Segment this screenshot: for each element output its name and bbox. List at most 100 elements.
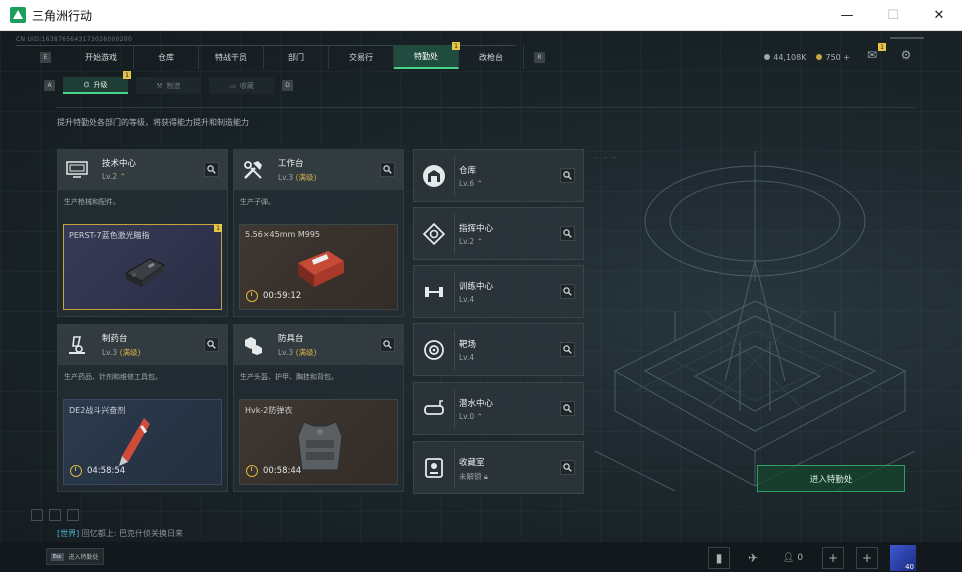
tab-start-game[interactable]: 开始游戏 [69, 45, 134, 69]
production-slot[interactable]: DE2战斗兴奋剂 04:58:54 [63, 399, 222, 485]
search-icon[interactable] [380, 162, 395, 177]
level-value: Lv.3 [278, 173, 294, 182]
search-icon[interactable] [560, 168, 575, 183]
microscope-icon [65, 333, 89, 357]
facility-title: 收藏室 [459, 458, 485, 468]
subtab-collection[interactable]: ▭ 收藏 [209, 77, 274, 94]
search-icon[interactable] [204, 162, 219, 177]
game-viewport: — — — CN UID:1638765643173026000200 E 开始… [0, 31, 962, 572]
search-icon[interactable] [380, 337, 395, 352]
divider [454, 448, 455, 488]
stats-chart-icon[interactable]: ▮ [708, 547, 730, 569]
level-up-icon: ⌃ [476, 179, 483, 188]
computer-icon [65, 158, 89, 182]
facility-card-armor[interactable]: 防具台 Lv.3 (满级) 生产头盔、护甲、胸挂和背包。 Hvk-2防弹衣 00… [233, 324, 404, 492]
facility-card-pharmacy[interactable]: 制药台 Lv.3 (满级) 生产药品、针剂和维修工具包。 DE2战斗兴奋剂 04… [57, 324, 228, 492]
search-icon[interactable] [560, 460, 575, 475]
search-icon[interactable] [560, 342, 575, 357]
clock-icon [246, 290, 258, 302]
facility-warehouse[interactable]: 仓库 Lv.6 ⌃ [413, 149, 584, 202]
facility-title: 指挥中心 [459, 224, 494, 234]
tab-warehouse[interactable]: 仓库 [134, 45, 199, 69]
divider [454, 330, 455, 370]
avatar[interactable]: 40 [890, 545, 916, 571]
production-slot[interactable]: 5.56×45mm M995 00:59:12 [239, 224, 398, 310]
add-slot-button[interactable]: + [822, 547, 844, 569]
add-slot-button[interactable]: + [856, 547, 878, 569]
tab-special-ops[interactable]: 特勤处 1 [394, 42, 460, 69]
subnav-prev-key[interactable]: A [44, 80, 55, 91]
layout-toggle[interactable] [31, 509, 43, 521]
production-slot[interactable]: Hvk-2防弹衣 00:58:44 [239, 399, 398, 485]
level-value: Lv.2 [102, 172, 118, 181]
nav-prev-key[interactable]: E [40, 51, 51, 63]
notification-badge: 1 [123, 71, 131, 79]
esc-key: Esc [51, 552, 64, 561]
facility-title: 仓库 [459, 166, 477, 176]
mail-badge: 1 [878, 43, 886, 51]
facility-level: Lv.4 [459, 353, 475, 362]
tab-label: 仓库 [158, 52, 174, 62]
enter-special-ops-button[interactable]: 进入特勤处 [757, 465, 905, 492]
level-value: 未解锁 [459, 472, 482, 481]
facility-training-center[interactable]: 训练中心 Lv.4 [413, 265, 584, 318]
production-slot[interactable]: PERST-7蓝色激光瞄指 1 [63, 224, 222, 310]
item-name: Hvk-2防弹衣 [245, 406, 293, 415]
tab-department[interactable]: 部门 [264, 45, 329, 69]
currency-display: 44,108K 750 + [764, 53, 850, 62]
esc-hint[interactable]: Esc 进入特勤处 [46, 548, 104, 565]
tab-trade[interactable]: 交易行 [329, 45, 394, 69]
layout-toggle[interactable] [67, 509, 79, 521]
clock-icon [70, 465, 82, 477]
tab-operators[interactable]: 特战干员 [199, 45, 264, 69]
close-button[interactable]: ✕ [916, 0, 962, 31]
layout-toggle[interactable] [49, 509, 61, 521]
facility-shooting-range[interactable]: 靶场 Lv.4 [413, 323, 584, 376]
subtab-upgrade[interactable]: ⌬ 升级 1 [63, 71, 131, 94]
item-name: PERST-7蓝色激光瞄指 [69, 231, 150, 240]
tab-gunsmith[interactable]: 改枪台 [459, 45, 524, 69]
max-level-tag: (满级) [295, 173, 317, 182]
facility-collection-room[interactable]: 收藏室 未解锁 🔒︎ [413, 441, 584, 494]
subnav-next-key[interactable]: D [282, 80, 293, 91]
settings-gear-icon[interactable]: ⚙ [898, 47, 914, 63]
card-header: 防具台 Lv.3 (满级) [234, 325, 403, 365]
search-icon[interactable] [560, 226, 575, 241]
hammer-wrench-icon [241, 158, 265, 182]
silver-amount: 44,108K [773, 53, 807, 62]
facility-title: 训练中心 [459, 282, 494, 292]
search-icon[interactable] [204, 337, 219, 352]
chat-user: 回忆都上: [81, 529, 117, 538]
minimize-button[interactable]: — [824, 0, 870, 31]
craft-icon: ⚒ [156, 81, 163, 90]
subtab-craft[interactable]: ⚒ 制造 [136, 77, 201, 94]
gift-icon[interactable]: ✈ [742, 547, 764, 569]
maximize-button[interactable]: ☐ [870, 0, 916, 31]
search-icon[interactable] [560, 284, 575, 299]
search-icon[interactable] [560, 401, 575, 416]
facility-diving-center[interactable]: 潜水中心 Lv.0 ⌃ [413, 382, 584, 435]
chat-message[interactable]: [世界] 回忆都上: 巴克什侦关换日来 [57, 528, 183, 539]
divider [454, 272, 455, 312]
facility-level: Lv.6 ⌃ [459, 179, 483, 188]
nav-next-key[interactable]: R [534, 51, 545, 63]
facility-command-center[interactable]: 指挥中心 Lv.2 ⌃ [413, 207, 584, 260]
level-up-icon: ⌃ [476, 412, 483, 421]
ammo-box-image [298, 251, 344, 287]
mail-icon[interactable]: ✉ 1 [864, 43, 886, 63]
divider [454, 214, 455, 254]
facility-card-tech-center[interactable]: 技术中心 Lv.2 ⌃ 生产枪械和配件。 PERST-7蓝色激光瞄指 1 [57, 149, 228, 317]
subtab-label: 收藏 [239, 81, 254, 90]
gold-currency[interactable]: 750 + [816, 53, 850, 62]
friends-icon[interactable]: 👤︎ 0 [776, 547, 810, 569]
tab-label: 特战干员 [215, 52, 247, 62]
facility-card-workbench[interactable]: 工作台 Lv.3 (满级) 生产子弹。 5.56×45mm M995 00:59… [233, 149, 404, 317]
tab-label: 开始游戏 [85, 52, 117, 62]
dumbbell-icon [421, 279, 447, 305]
facility-description: 生产枪械和配件。 [64, 198, 120, 206]
subtab-label: 制造 [166, 81, 181, 90]
level-value: Lv.2 [459, 237, 475, 246]
timer-value: 00:59:12 [263, 291, 302, 301]
chat-channel: [世界] [57, 529, 80, 538]
tab-label: 交易行 [349, 52, 373, 62]
